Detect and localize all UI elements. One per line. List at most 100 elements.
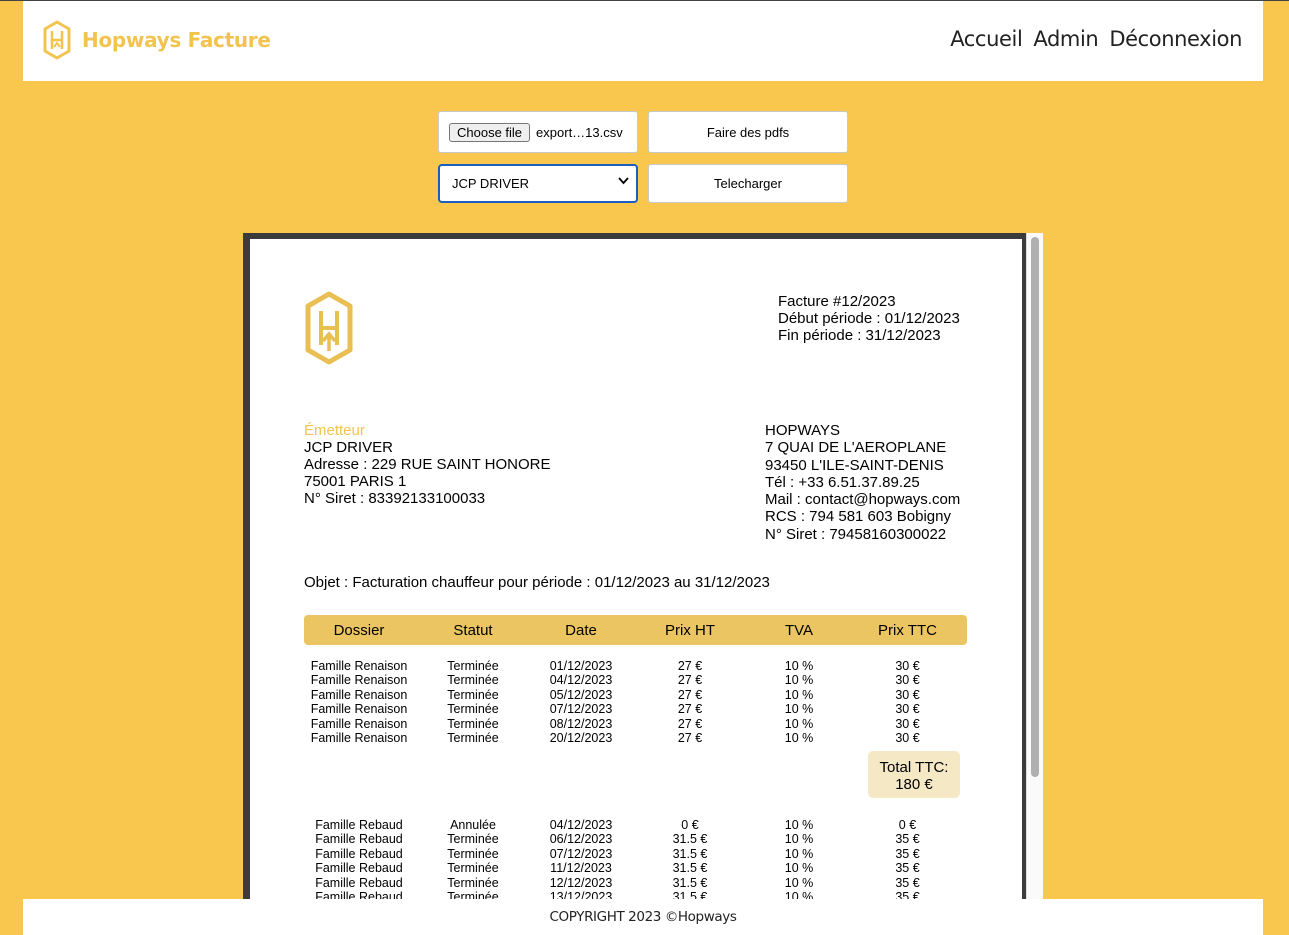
col-date: Date [565,621,597,639]
cell-statut: Terminée [447,846,499,861]
table-row: Famille Renaison Terminée 20/12/2023 27 € 10… [304,731,967,745]
cell-date: 20/12/2023 [549,730,613,745]
choose-file-button[interactable]: Choose file [449,122,531,142]
cell-tva: 10 % [784,687,814,702]
invoice-object: Objet : Facturation chauffeur pour pério… [304,574,770,591]
emitter-city: 75001 PARIS 1 [304,473,407,490]
cell-prix-ttc: 30 € [895,687,920,702]
cell-prix-ht: 31.5 € [672,889,708,899]
cell-tva: 10 % [784,673,814,688]
cell-date: 11/12/2023 [550,861,612,876]
viewer-scrollbar[interactable] [1026,233,1043,899]
cell-statut: Annulée [450,818,496,832]
cell-tva: 10 % [784,730,814,745]
company-city: 93450 L'ILE-SAINT-DENIS [765,456,944,474]
cell-prix-ttc: 30 € [895,702,920,717]
cell-date: 05/12/2023 [549,687,613,702]
cell-prix-ht: 27 € [677,659,703,673]
table-header: Dossier Statut Date Prix HT TVA Prix TTC [304,615,967,645]
company-rcs: RCS : 794 581 603 Bobigny [765,508,951,526]
csv-file-input[interactable]: Choose file export…13.csv [438,111,638,153]
table-row: Famille Renaison Terminée 05/12/2023 27 € 10… [304,688,967,702]
brand[interactable]: Hopways Facture [42,20,271,60]
cell-prix-ttc: 35 € [895,832,920,847]
chevron-down-icon [618,177,629,185]
pdf-viewer[interactable]: Facture #12/2023 Début période : 01/12/2… [243,233,1043,899]
cell-tva: 10 % [784,702,814,717]
nav-admin[interactable]: Admin [1033,27,1098,51]
company-siret: N° Siret : 79458160300022 [765,525,947,543]
period-start: Début période : 01/12/2023 [778,310,960,327]
cell-date: 06/12/2023 [549,832,613,847]
nav-accueil[interactable]: Accueil [950,27,1023,51]
cell-prix-ht: 27 € [677,716,703,731]
cell-prix-ht: 27 € [677,673,703,688]
total-ttc-badge: Total TTC: 180 € [868,751,960,798]
cell-statut: Terminée [447,875,499,890]
app-header: Hopways Facture Accueil Admin Déconnexio… [23,1,1263,81]
cell-prix-ht: 31.5 € [672,832,708,847]
brand-name: Hopways Facture [82,28,271,52]
hopways-logo-icon [305,291,353,365]
cell-dossier: Famille Rebaud [315,818,403,832]
cell-date: 07/12/2023 [549,846,613,861]
cell-prix-ttc: 30 € [895,730,920,745]
cell-dossier: Famille Rebaud [315,832,403,847]
driver-select[interactable]: JCP DRIVER [438,164,638,203]
cell-prix-ttc: 35 € [895,861,920,876]
company-block: HOPWAYS 7 QUAI DE L'AEROPLANE 93450 L'IL… [765,422,960,543]
cell-tva: 10 % [784,818,814,832]
cell-statut: Terminée [447,673,499,688]
cell-prix-ht: 27 € [677,687,703,702]
cell-prix-ht: 27 € [677,730,703,745]
cell-tva: 10 % [784,846,814,861]
table-row: Famille Rebaud Annulée 04/12/2023 0 € 10 % 0 … [304,818,967,832]
driver-select-value: JCP DRIVER [452,176,530,191]
cell-date: 12/12/2023 [549,875,613,890]
cell-dossier: Famille Rebaud [315,875,403,890]
period-end: Fin période : 31/12/2023 [778,327,941,344]
cell-prix-ht: 31.5 € [672,846,708,861]
cell-tva: 10 % [784,861,814,876]
company-name: HOPWAYS [765,422,841,439]
cell-prix-ttc: 35 € [895,846,920,861]
col-statut: Statut [453,621,493,639]
table-group-rebaud: Famille Rebaud Annulée 04/12/2023 0 € 10 % 0 … [304,818,967,899]
cell-statut: Terminée [447,832,499,847]
cell-tva: 10 % [784,875,814,890]
cell-tva: 10 % [784,832,814,847]
table-row: Famille Renaison Terminée 08/12/2023 27 € 10… [304,717,967,731]
cell-prix-ttc: 35 € [895,889,920,899]
selected-file-name: export…13.csv [536,124,623,140]
cell-dossier: Famille Rebaud [315,889,403,899]
table-row: Famille Rebaud Terminée 07/12/2023 31.5 € 10… [304,847,967,861]
hopways-logo-icon [43,20,71,60]
col-prix-ht: Prix HT [665,621,715,639]
company-phone: Tél : +33 6.51.37.89.25 [765,473,920,491]
company-mail: Mail : contact@hopways.com [765,491,961,509]
total-label: Total TTC: [879,759,949,776]
cell-prix-ttc: 30 € [895,673,920,688]
invoice-meta: Facture #12/2023 Début période : 01/12/2… [778,293,960,344]
table-group-renaison: Famille Renaison Terminée 01/12/2023 27 € 10… [304,659,967,745]
cell-date: 01/12/2023 [549,659,613,673]
cell-tva: 10 % [784,659,814,673]
table-row: Famille Rebaud Terminée 13/12/2023 31.5 € 10… [304,890,967,899]
cell-dossier: Famille Renaison [310,659,408,673]
download-button[interactable]: Telecharger [648,164,848,203]
cell-date: 13/12/2023 [549,889,613,899]
invoice-number: Facture #12/2023 [778,293,896,310]
nav-deconnexion[interactable]: Déconnexion [1109,27,1242,51]
cell-dossier: Famille Renaison [310,730,408,745]
emitter-name: JCP DRIVER [304,439,393,456]
scrollbar-thumb[interactable] [1031,237,1039,777]
col-tva: TVA [784,621,814,639]
emitter-address: Adresse : 229 RUE SAINT HONORE [304,456,551,473]
company-address: 7 QUAI DE L'AEROPLANE [765,439,947,457]
cell-statut: Terminée [447,730,499,745]
table-row: Famille Rebaud Terminée 11/12/2023 31.5 € 10… [304,861,967,875]
cell-dossier: Famille Rebaud [315,861,403,876]
make-pdfs-button[interactable]: Faire des pdfs [648,111,848,153]
cell-prix-ttc: 0 € [898,818,917,832]
invoice-page: Facture #12/2023 Début période : 01/12/2… [250,239,1022,899]
